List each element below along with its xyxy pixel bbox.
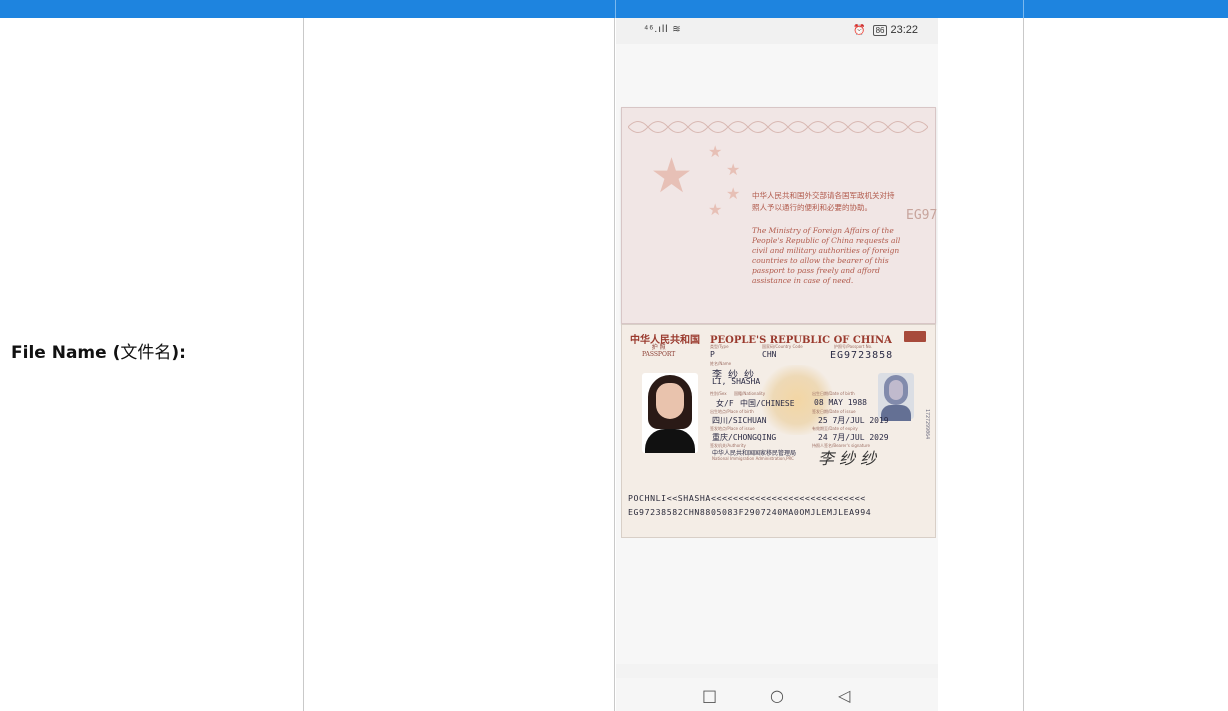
form-table [0, 18, 1228, 711]
status-right: ⏰ 86 23:22 [853, 24, 918, 36]
signal-wifi-icons: ⁴⁶.ıll ≋ [644, 24, 682, 35]
request-text-en: The Ministry of Foreign Affairs of the P… [752, 226, 901, 285]
column-divider [614, 18, 615, 711]
android-nav-bar: □ ○ ◁ [616, 678, 938, 711]
column-divider [303, 18, 304, 711]
file-name-label-cjk: 文件名 [120, 343, 172, 363]
file-name-label-suffix: ): [171, 343, 186, 363]
image-viewer: ★ ★ ★ ★ ★ 中华人民共和国外交部请各国军政机关对持照人予以通行的便利和必… [616, 44, 938, 664]
ghost-photo [878, 373, 914, 421]
nationality: 中国/CHINESE [740, 399, 795, 408]
mrz-line-1: POCHNLI<<SHASHA<<<<<<<<<<<<<<<<<<<<<<<<<… [628, 493, 866, 503]
place-of-birth: 四川/SICHUAN [712, 416, 767, 425]
small-star-icon: ★ [708, 200, 723, 219]
passport-upper-page: ★ ★ ★ ★ ★ 中华人民共和国外交部请各国军政机关对持照人予以通行的便利和必… [621, 107, 938, 324]
nationality-label: 国籍/Nationality [734, 391, 766, 396]
subtitle-en: PASSPORT [642, 351, 676, 358]
date-of-expiry: 24 7月/JUL 2029 [818, 433, 889, 442]
small-star-icon: ★ [708, 142, 723, 161]
mrz-line-2: EG97238582CHN8805083F2907240MA0OMJLEMJLE… [628, 507, 872, 517]
phone-status-bar: ⁴⁶.ıll ≋ ⏰ 86 23:22 [616, 18, 938, 44]
file-name-label-prefix: File Name ( [11, 343, 121, 363]
sex: 女/F [716, 399, 734, 408]
header-divider [1023, 0, 1024, 18]
authority-en: National Immigration Administration,PRC [712, 456, 794, 461]
passport-type: P [710, 350, 715, 359]
sex-label: 性别/Sex [710, 391, 727, 396]
back-icon[interactable]: ◁ [838, 686, 850, 705]
guilloche-pattern [628, 121, 928, 133]
name-en: LI, SHASHA [712, 377, 761, 386]
chip-icon [904, 331, 926, 342]
side-serial-number: 1727299064 [924, 409, 930, 440]
file-name-label: File Name (文件名): [11, 338, 186, 363]
passport-number: EG9723858 [830, 350, 894, 361]
header-divider [615, 0, 616, 18]
top-header-bar [0, 0, 1228, 18]
country-code: CHN [762, 350, 777, 359]
small-star-icon: ★ [726, 160, 741, 179]
request-text-cn: 中华人民共和国外交部请各国军政机关对持照人予以通行的便利和必要的协助。 [752, 191, 895, 212]
holder-photo [642, 373, 698, 453]
date-of-issue: 25 7月/JUL 2019 [818, 416, 889, 425]
recent-apps-icon[interactable]: □ [702, 686, 717, 705]
battery-icon: 86 [872, 25, 888, 36]
passport-screenshot[interactable]: ⁴⁶.ıll ≋ ⏰ 86 23:22 ★ ★ ★ ★ ★ 中华人民共和国外交部请各… [616, 18, 938, 711]
status-time: 23:22 [890, 24, 918, 36]
column-divider [1023, 18, 1024, 711]
date-of-birth: 08 MAY 1988 [814, 398, 867, 407]
place-of-issue: 重庆/CHONGQING [712, 433, 777, 442]
small-star-icon: ★ [726, 184, 741, 203]
alarm-icon: ⏰ [853, 25, 866, 36]
passport-data-page: 中华人民共和国 PEOPLE'S REPUBLIC OF CHINA 护 照 PA… [621, 324, 936, 538]
subtitle-cn: 护 照 [651, 344, 666, 351]
passport-subtitle: 护 照 PASSPORT [642, 344, 675, 358]
bearer-signature: 李 纱 纱 [818, 449, 877, 468]
home-icon[interactable]: ○ [770, 686, 784, 705]
big-star-icon: ★ [650, 148, 694, 204]
perforated-passport-number: EG9723858 [906, 208, 938, 223]
dob-label: 出生日期/Date of birth [812, 391, 855, 396]
